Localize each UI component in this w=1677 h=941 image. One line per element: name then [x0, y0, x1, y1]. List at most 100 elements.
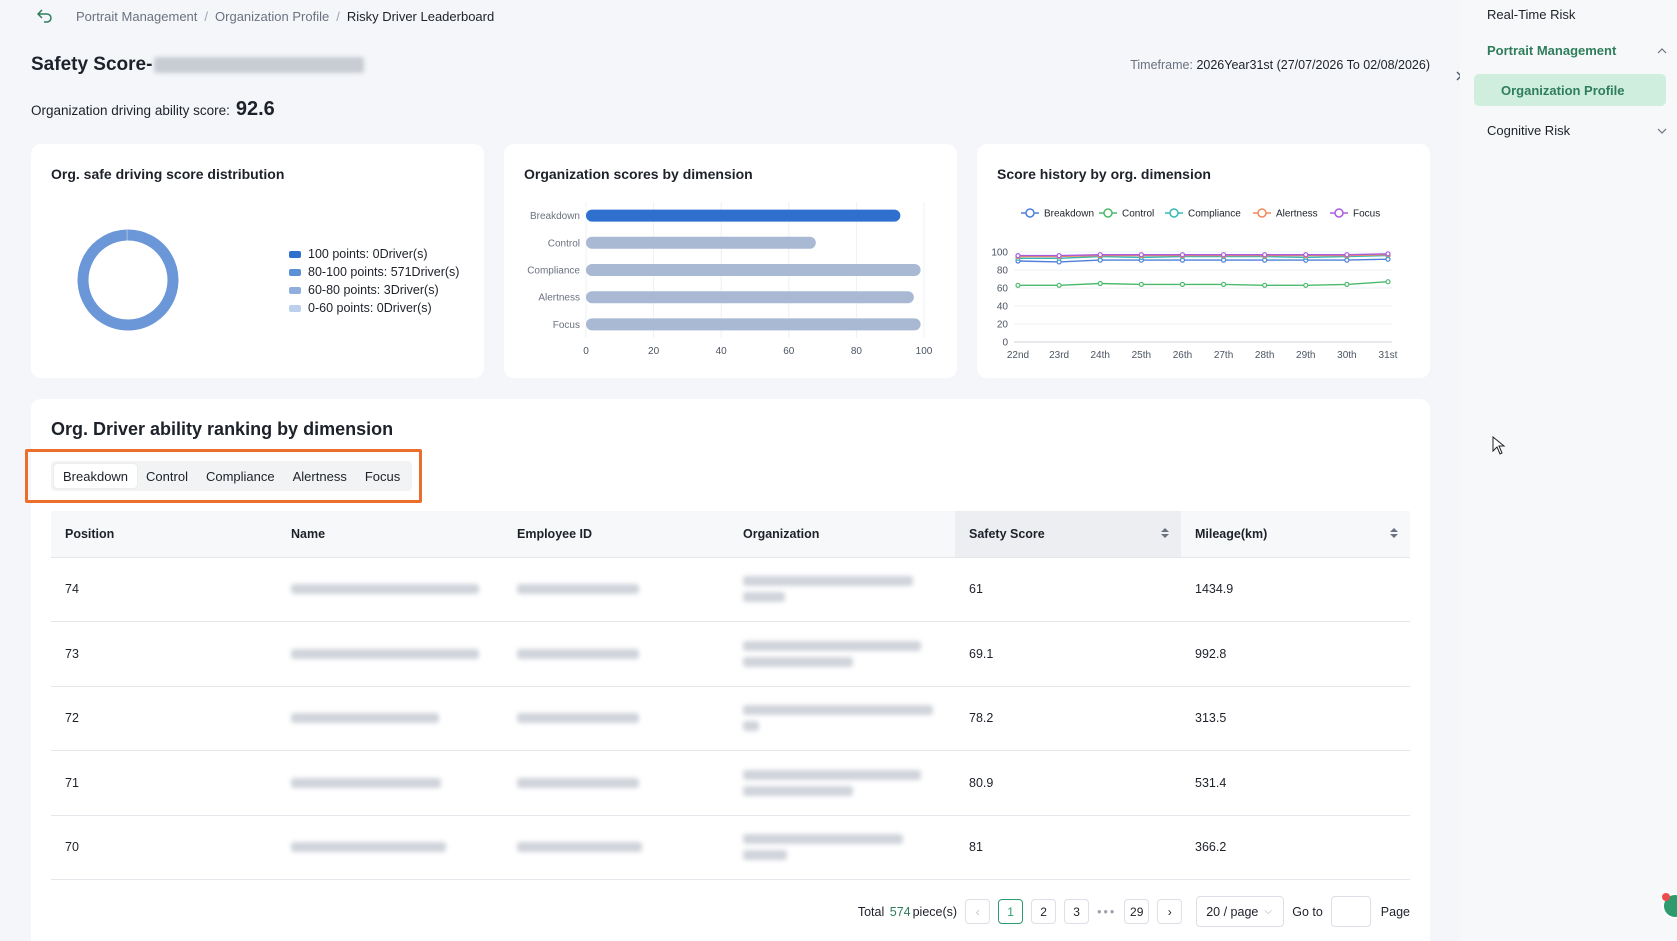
pagination-ellipsis[interactable]: •••: [1097, 905, 1116, 919]
page-3-button[interactable]: 3: [1064, 899, 1090, 924]
legend-item: Compliance: [1165, 208, 1241, 220]
legend-marker: [1257, 208, 1267, 218]
x-tick-label: 31st: [1379, 350, 1398, 361]
y-tick-label: Alertness: [538, 293, 580, 304]
y-tick-label: Compliance: [527, 266, 580, 277]
x-tick-label: 28th: [1255, 350, 1274, 361]
cell-position: 72: [51, 686, 277, 751]
y-tick-label: 80: [997, 266, 1009, 277]
cell-organization: [729, 750, 955, 816]
history-card: Score history by org. dimension 0 20 40 60 8…: [977, 144, 1430, 378]
table-row: 70 81 366.2: [51, 815, 1410, 880]
col-safety-score[interactable]: Safety Score: [955, 511, 1181, 558]
sidebar-item-portrait-management[interactable]: Portrait Management: [1487, 43, 1667, 58]
cell-mileage: 531.4: [1181, 750, 1410, 816]
page-1-button[interactable]: 1: [998, 899, 1024, 924]
bar: [586, 291, 914, 304]
pagination: Total 574 piece(s) ‹ 1 2 3 ••• 29 › 20 / …: [858, 896, 1410, 927]
dimension-bar-chart: 0 20 40 60 80 100 Breakdown Control Compliance Al…: [527, 202, 933, 357]
cell-score: 69.1: [955, 621, 1181, 687]
legend-label: 60-80 points: 3Driver(s): [308, 283, 439, 297]
legend-swatch: [289, 250, 301, 258]
cell-mileage: 992.8: [1181, 621, 1410, 687]
chevron-down-icon: [1657, 128, 1667, 134]
sort-icon[interactable]: [1390, 528, 1398, 538]
y-tick-label: Control: [548, 238, 580, 249]
legend-marker: [1025, 208, 1035, 218]
tab-alertness[interactable]: Alertness: [284, 464, 356, 488]
legend-item: Focus: [1330, 208, 1380, 220]
cell-name: [277, 750, 503, 816]
cell-position: 71: [51, 750, 277, 816]
sidebar: Real-Time Risk Portrait Management Organ…: [1460, 0, 1677, 941]
tab-breakdown[interactable]: Breakdown: [54, 464, 138, 488]
pagination-total-prefix: Total: [857, 904, 885, 919]
cell-score: 80.9: [955, 750, 1181, 816]
y-tick-label: 20: [997, 320, 1009, 331]
goto-page-input[interactable]: [1330, 896, 1371, 927]
distribution-card: Org. safe driving score distribution 100…: [31, 144, 484, 378]
page-29-button[interactable]: 29: [1124, 899, 1150, 924]
series-line: [1018, 253, 1389, 257]
page-title: Safety Score-: [31, 54, 365, 76]
breadcrumb-organization-profile[interactable]: Organization Profile: [215, 9, 329, 24]
cell-name: [277, 686, 503, 751]
sidebar-item-real-time-risk[interactable]: Real-Time Risk: [1487, 7, 1667, 22]
next-page-button[interactable]: ›: [1157, 899, 1183, 924]
x-tick-label: 0: [583, 346, 589, 357]
x-tick-label: 29th: [1296, 350, 1315, 361]
data-point: [1385, 279, 1391, 285]
legend-label: 80-100 points: 571Driver(s): [308, 265, 460, 279]
cell-position: 70: [51, 815, 277, 880]
tab-control[interactable]: Control: [137, 464, 197, 488]
page-size-select[interactable]: 20 / page ⌵: [1196, 896, 1285, 927]
col-employee-id: Employee ID: [503, 511, 729, 558]
notification-dot: [1662, 893, 1670, 901]
back-arrow-icon[interactable]: [34, 6, 56, 26]
x-tick-label: 25th: [1132, 350, 1151, 361]
ranking-table: Position Name Employee ID Organization S…: [51, 511, 1410, 880]
x-tick-label: 27th: [1214, 350, 1233, 361]
cell-employee-id: [503, 686, 729, 751]
data-point: [1262, 252, 1268, 258]
redacted-org-name: [154, 57, 365, 73]
x-tick-label: 100: [916, 346, 933, 357]
legend-item: Control: [1099, 208, 1154, 220]
col-mileage[interactable]: Mileage(km): [1181, 511, 1410, 558]
tab-compliance[interactable]: Compliance: [197, 464, 284, 488]
x-tick-label: 40: [716, 346, 728, 357]
chevron-up-icon: [1657, 48, 1667, 54]
sidebar-item-label: Cognitive Risk: [1487, 123, 1571, 138]
data-point: [1385, 251, 1391, 257]
cell-position: 74: [51, 557, 277, 622]
data-point: [1056, 252, 1062, 259]
table-row: 74 61 1434.9: [51, 557, 1410, 622]
y-tick-label: Focus: [553, 320, 580, 331]
cell-name: [277, 621, 503, 687]
col-safety-score-label: Safety Score: [969, 526, 1045, 541]
col-position: Position: [51, 511, 277, 558]
timeframe-value: 2026Year31st (27/07/2026 To 02/08/2026): [1196, 58, 1430, 72]
sidebar-item-cognitive-risk[interactable]: Cognitive Risk: [1487, 123, 1667, 138]
page-2-button[interactable]: 2: [1031, 899, 1057, 924]
sidebar-item-organization-profile[interactable]: Organization Profile: [1474, 74, 1666, 106]
tab-focus[interactable]: Focus: [356, 464, 409, 488]
bar: [586, 318, 921, 331]
breadcrumb-portrait-management[interactable]: Portrait Management: [76, 9, 197, 24]
cell-organization: [729, 686, 955, 751]
page-title-prefix: Safety Score-: [31, 54, 153, 75]
data-point: [1097, 280, 1103, 287]
legend-item: 80-100 points: 571Driver(s): [289, 263, 459, 281]
pagination-total-suffix: piece(s): [912, 904, 958, 919]
cell-employee-id: [503, 815, 729, 880]
data-point: [1344, 252, 1350, 258]
legend-item: 60-80 points: 3Driver(s): [289, 281, 459, 299]
distribution-legend: 100 points: 0Driver(s) 80-100 points: 57…: [289, 245, 459, 317]
cell-score: 61: [955, 557, 1181, 622]
prev-page-button[interactable]: ‹: [965, 899, 991, 924]
x-tick-label: 80: [851, 346, 863, 357]
cell-mileage: 1434.9: [1181, 557, 1410, 622]
dimension-tabs: Breakdown Control Compliance Alertness F…: [51, 461, 413, 491]
y-tick-label: 0: [1002, 338, 1008, 349]
sort-icon[interactable]: [1161, 528, 1169, 538]
